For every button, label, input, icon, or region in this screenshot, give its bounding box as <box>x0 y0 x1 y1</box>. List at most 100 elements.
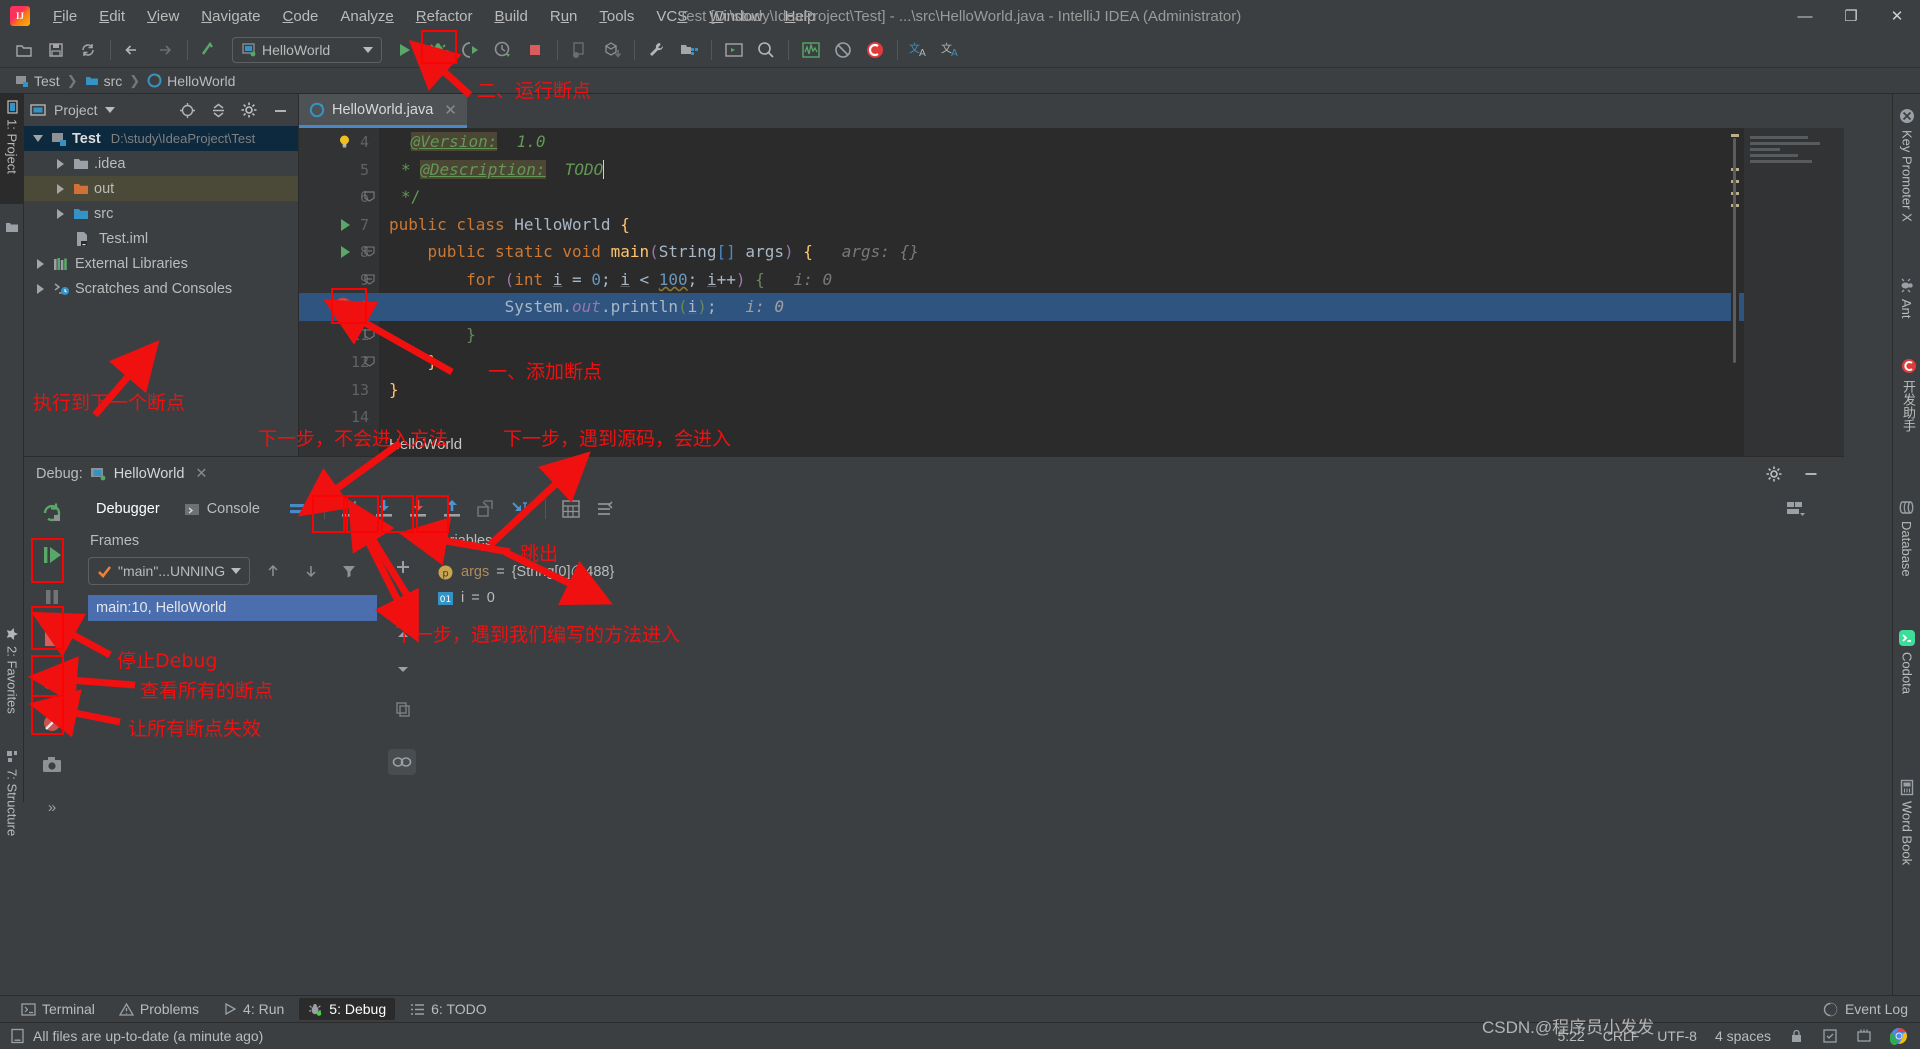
stop-icon[interactable] <box>32 619 72 659</box>
gear-icon[interactable] <box>237 98 261 122</box>
expand-arrow-icon[interactable] <box>32 283 48 294</box>
file-encoding[interactable]: UTF-8 <box>1657 1028 1697 1044</box>
menu-item-tools[interactable]: Tools <box>588 4 645 29</box>
mute-breakpoints-icon[interactable] <box>32 703 72 743</box>
menu-item-build[interactable]: Build <box>483 4 538 29</box>
view-breakpoints-icon[interactable] <box>32 661 72 701</box>
watches-icon[interactable] <box>388 749 416 775</box>
sidebar-item-favorites[interactable]: 2: Favorites <box>0 621 24 741</box>
no-access-icon[interactable] <box>828 36 858 64</box>
debug-split[interactable]: Frames "main"...UNNING main:10, HelloWor… <box>80 527 1844 797</box>
hide-panel-icon[interactable] <box>268 98 292 122</box>
code-line-5[interactable]: * @Description: TODO <box>379 156 1844 184</box>
menu-item-vcs[interactable]: VCS <box>645 4 698 29</box>
fold-end-icon[interactable] <box>363 190 376 203</box>
code-line-4[interactable]: @Version: 1.0 <box>379 128 1844 156</box>
remove-icon[interactable] <box>388 587 418 615</box>
tree-item-test-iml[interactable]: Test.iml <box>24 226 298 251</box>
expand-arrow-icon[interactable] <box>52 208 68 219</box>
event-log-label[interactable]: Event Log <box>1845 1001 1908 1017</box>
expand-arrow-icon[interactable] <box>30 135 46 142</box>
hide-panel-icon[interactable] <box>1796 460 1826 488</box>
variables-toolbar[interactable] <box>385 527 423 797</box>
sidebar-item-codota[interactable]: Codota <box>1893 624 1920 734</box>
code-line-13[interactable]: } <box>379 376 1844 404</box>
variable-row-args[interactable]: p args = {String[0]@488} <box>423 559 1844 585</box>
editor-gutter[interactable]: 4 5 6 7 8 9 10 11 12 13 14 <box>299 128 392 456</box>
window-controls[interactable]: — ❐ ✕ <box>1782 0 1920 32</box>
back-icon[interactable] <box>118 36 148 64</box>
debug-tab-bar[interactable]: Debugger Console <box>80 491 1844 527</box>
thread-selector[interactable]: "main"...UNNING <box>88 557 251 585</box>
frame-row[interactable]: main:10, HelloWorld <box>88 595 377 621</box>
code-line-14[interactable] <box>379 403 1844 431</box>
up-icon[interactable] <box>388 621 418 649</box>
main-toolbar[interactable]: HelloWorld 文 A 文 A <box>0 32 1920 68</box>
step-out-icon[interactable] <box>437 495 467 523</box>
breakpoint-hit-icon[interactable] <box>331 296 355 318</box>
editor-area[interactable]: HelloWorld.java ✕ 4 5 6 7 8 9 10 11 12 1… <box>299 94 1844 456</box>
menu-bar[interactable]: FFileile Edit View Navigate Code Analyze… <box>42 4 827 29</box>
menu-item-view[interactable]: View <box>136 4 190 29</box>
code-line-6[interactable]: */ <box>379 183 1844 211</box>
expand-arrow-icon[interactable] <box>52 183 68 194</box>
menu-item-edit[interactable]: Edit <box>88 4 136 29</box>
frames-pane[interactable]: Frames "main"...UNNING main:10, HelloWor… <box>80 527 385 797</box>
variables-list[interactable]: p args = {String[0]@488} 01 i = 0 <box>423 559 1844 611</box>
breadcrumb-item-test[interactable]: Test <box>12 73 63 89</box>
right-tool-rail[interactable]: Key Promoter X Ant 开发助手 Database Codota … <box>1892 94 1920 1002</box>
sync-icon[interactable] <box>73 36 103 64</box>
minimize-button[interactable]: — <box>1782 0 1828 32</box>
code-text[interactable]: @Version: 1.0 * @Description: TODO */ pu… <box>379 128 1844 456</box>
run-coverage-icon[interactable] <box>456 36 486 64</box>
indent-setting[interactable]: 4 spaces <box>1715 1028 1771 1044</box>
restore-layout-icon[interactable] <box>1780 495 1810 523</box>
in]spections-icon[interactable] <box>1822 1028 1838 1044</box>
code-line-8[interactable]: public static void main(String[] args) {… <box>379 238 1844 266</box>
maximize-button[interactable]: ❐ <box>1828 0 1874 32</box>
menu-item-file[interactable]: FFileile <box>42 4 88 29</box>
attach-icon[interactable] <box>565 36 595 64</box>
filter-icon[interactable] <box>334 557 364 585</box>
save-all-icon[interactable] <box>41 36 71 64</box>
sidebar-item-database[interactable]: Database <box>1893 494 1920 614</box>
chevron-down-icon[interactable] <box>104 107 115 113</box>
profiler-icon[interactable] <box>488 36 518 64</box>
tree-item-scratches[interactable]: Scratches and Consoles <box>24 276 298 301</box>
settings-list-icon[interactable] <box>590 495 620 523</box>
close-icon[interactable]: ✕ <box>195 466 207 482</box>
fold-end-icon[interactable] <box>363 328 376 341</box>
expand-arrow-icon[interactable] <box>52 158 68 169</box>
run-configuration-selector[interactable]: HelloWorld <box>232 36 382 63</box>
run-gutter-icon[interactable] <box>339 218 352 232</box>
down-icon[interactable] <box>296 557 326 585</box>
variable-row-i[interactable]: 01 i = 0 <box>423 585 1844 611</box>
code-line-11[interactable]: } <box>379 321 1844 349</box>
project-tree[interactable]: Test D:\study\IdeaProject\Test .idea out… <box>24 126 298 301</box>
run-gutter-icon[interactable] <box>339 245 352 259</box>
chrome-icon[interactable] <box>1890 1027 1908 1045</box>
code-editor[interactable]: 4 5 6 7 8 9 10 11 12 13 14 @Version: 1.0… <box>299 128 1844 456</box>
tool-window-run[interactable]: 4: Run <box>214 998 293 1020</box>
sidebar-item-ant[interactable]: Ant <box>1893 272 1920 342</box>
event-log-icon[interactable] <box>1823 1002 1838 1017</box>
run-icon[interactable] <box>389 36 419 64</box>
resume-program-icon[interactable] <box>32 535 72 575</box>
settings-wrench-icon[interactable] <box>642 36 672 64</box>
tool-window-problems[interactable]: Problems <box>110 998 208 1020</box>
tool-window-terminal[interactable]: Terminal <box>12 998 104 1020</box>
debug-tool-window[interactable]: Debug: HelloWorld ✕ » Debugger Console F… <box>24 456 1844 816</box>
translate-alt-icon[interactable]: 文A <box>937 36 967 64</box>
debug-body[interactable]: Debugger Console Frames "main"...UNNING … <box>80 491 1844 802</box>
step-into-icon[interactable] <box>369 495 399 523</box>
left-tool-rail[interactable]: 1: Project 2: Favorites 7: Structure <box>0 94 24 836</box>
code-minimap[interactable] <box>1744 128 1844 456</box>
sidebar-item-dev-helper[interactable]: 开发助手 <box>1893 352 1920 472</box>
tree-item-external-libraries[interactable]: External Libraries <box>24 251 298 276</box>
frames-list[interactable]: main:10, HelloWorld <box>88 595 377 621</box>
tool-window-todo[interactable]: 6: TODO <box>401 998 496 1020</box>
locate-icon[interactable] <box>175 98 199 122</box>
editor-tabs[interactable]: HelloWorld.java ✕ <box>299 94 1844 128</box>
layout-icon[interactable] <box>284 495 314 523</box>
menu-item-analyze[interactable]: Analyze <box>329 4 404 29</box>
